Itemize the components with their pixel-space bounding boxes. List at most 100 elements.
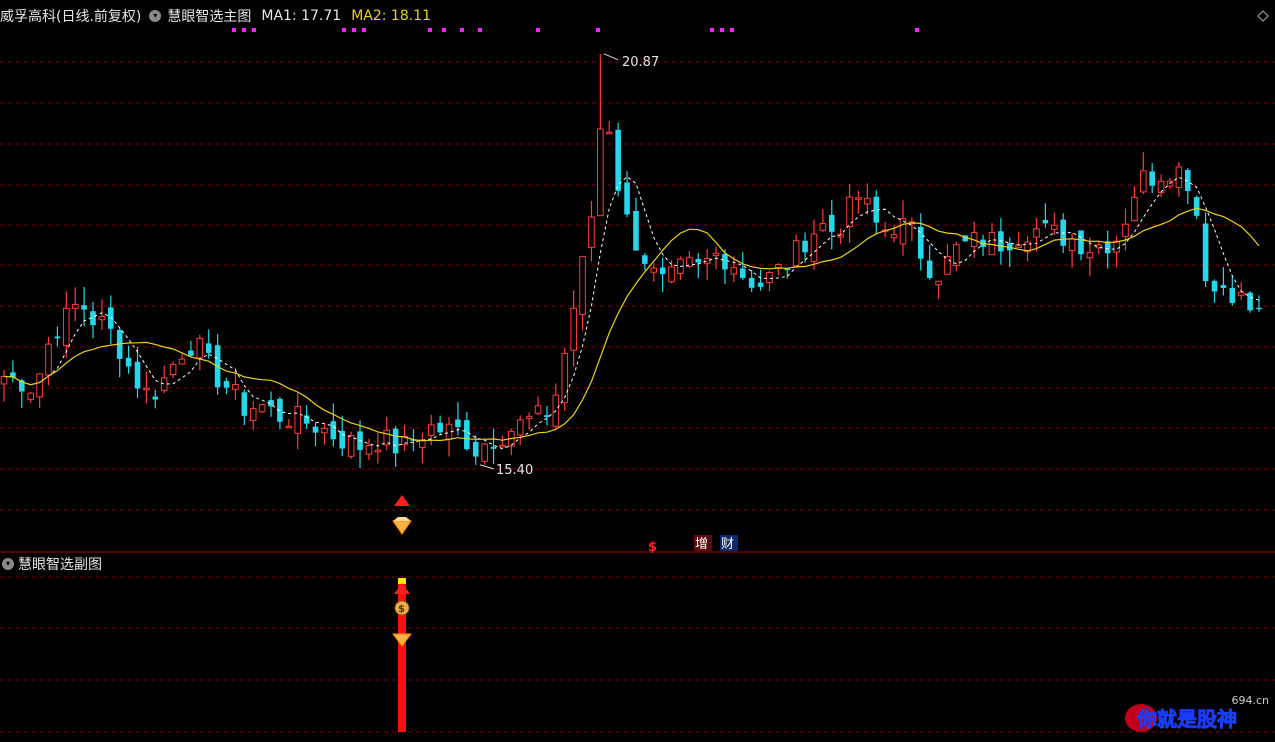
candle-body	[98, 316, 106, 321]
candle-body	[1202, 223, 1209, 282]
stock-name[interactable]: 威孚高科	[0, 6, 56, 26]
diamond-icon[interactable]	[1257, 10, 1269, 22]
candle-body	[642, 255, 648, 264]
candle-body	[499, 444, 506, 448]
candle-body	[775, 263, 782, 269]
candle-body	[1157, 180, 1165, 193]
candle-body	[285, 425, 293, 429]
signal-marker	[362, 28, 366, 32]
candle-body	[1175, 166, 1183, 188]
candle-body	[0, 375, 8, 385]
candle-body	[1220, 285, 1227, 288]
candle-body	[178, 358, 186, 365]
sub-chart-header: ▾ 慧眼智选副图	[0, 554, 102, 574]
candle-body	[365, 445, 373, 455]
candle-body	[668, 266, 675, 283]
candle-body	[1247, 292, 1253, 311]
candle-body	[703, 258, 711, 264]
candle-body	[570, 307, 577, 351]
high-pointer	[603, 53, 619, 61]
signal-marker	[478, 28, 482, 32]
candle-body	[1033, 228, 1040, 238]
candle-body	[633, 211, 639, 251]
candle-body	[516, 419, 524, 436]
candle-body	[605, 131, 613, 135]
candle-body	[330, 421, 337, 440]
low-price-label: 15.40	[496, 463, 533, 478]
candle-body	[757, 282, 764, 287]
candle-body	[1050, 224, 1058, 230]
indicator-name[interactable]: 慧眼智选主图	[167, 6, 251, 26]
candle-body	[561, 352, 569, 404]
signal-marker	[460, 28, 464, 32]
candle-body	[864, 197, 871, 205]
signal-marker	[428, 28, 432, 32]
signal-marker	[232, 28, 236, 32]
candle-body	[659, 267, 666, 275]
candle-body	[152, 396, 159, 400]
logo-site-text: 694.cn	[1231, 694, 1269, 707]
ma2-value: MA2: 18.11	[351, 8, 431, 24]
candle-body	[1078, 230, 1084, 255]
candle-body	[143, 387, 150, 391]
candle-body	[722, 253, 728, 270]
candle-body	[160, 377, 168, 391]
candle-body	[615, 129, 621, 191]
candle-body	[81, 305, 87, 310]
diamond-icon	[392, 520, 412, 535]
candle-body	[1139, 170, 1147, 193]
dollar-signal-label: $	[648, 540, 657, 555]
candle-body	[890, 234, 898, 239]
chevron-down-icon[interactable]: ▾	[149, 10, 162, 22]
ma1-line	[3, 176, 1260, 450]
candle-body	[464, 420, 470, 450]
candle-body	[650, 267, 658, 273]
signal-marker	[242, 28, 246, 32]
chevron-down-icon[interactable]: ▾	[2, 558, 14, 570]
candle-body	[534, 405, 542, 414]
signal-marker	[720, 28, 724, 32]
candle-body	[27, 392, 35, 400]
candle-body	[1086, 252, 1094, 259]
candle-body	[944, 256, 951, 275]
signal-marker	[730, 28, 734, 32]
candle-body	[45, 343, 52, 376]
candle-body	[196, 337, 204, 359]
candle-body	[188, 350, 194, 356]
candle-body	[258, 404, 266, 413]
chart-area[interactable]: 20.87 15.40 $ 增财 $	[0, 0, 1275, 738]
candle-body	[1211, 280, 1218, 292]
sub-indicator-name[interactable]: 慧眼智选副图	[18, 554, 102, 574]
main-chart[interactable]: 20.87 15.40 $ 增财 $	[0, 0, 1275, 738]
candle-body	[54, 336, 61, 339]
signal-marker	[352, 28, 356, 32]
candle-body	[312, 426, 319, 433]
low-pointer	[479, 464, 495, 470]
chart-header: 威孚高科 (日线.前复权) ▾ 慧眼智选主图 MA1: 17.71 MA2: 1…	[0, 6, 437, 26]
candle-body	[695, 258, 702, 263]
candle-body	[427, 424, 435, 436]
candle-body	[1237, 291, 1245, 296]
candle-body	[1042, 220, 1049, 224]
logo-text: 你就是股神	[1136, 707, 1237, 731]
candle-body	[1149, 171, 1155, 186]
signal-marker	[442, 28, 446, 32]
candle-body	[1193, 197, 1200, 216]
candle-body	[792, 240, 800, 267]
candle-body	[597, 128, 604, 217]
high-price-label: 20.87	[622, 55, 659, 70]
signal-marker	[536, 28, 540, 32]
period-label: (日线.前复权)	[56, 9, 142, 25]
diamond-icon	[392, 633, 412, 647]
candle-body	[232, 384, 239, 390]
candle-body	[525, 415, 533, 420]
candle-body	[63, 307, 70, 346]
candle-body	[125, 357, 132, 367]
candle-body	[36, 373, 43, 398]
candle-body	[294, 406, 302, 434]
candle-body	[588, 216, 595, 248]
money-bag-glyph: $	[398, 604, 405, 615]
candle-body	[1068, 238, 1076, 251]
signal-marker	[710, 28, 714, 32]
candle-body	[988, 231, 996, 256]
